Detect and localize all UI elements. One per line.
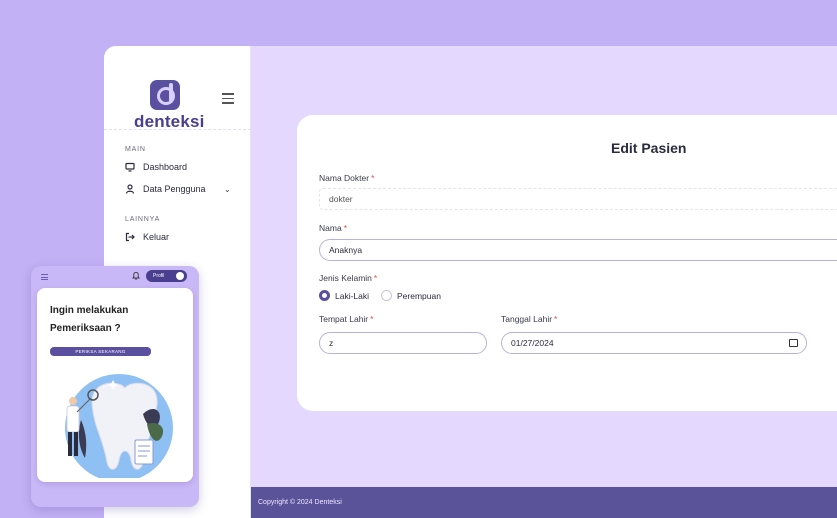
- check-now-button[interactable]: PERIKSA SEKARANG: [50, 347, 151, 356]
- birthdate-label: Tanggal Lahir *: [501, 314, 558, 324]
- monitor-icon: [125, 162, 135, 172]
- sidebar-item-label: Keluar: [143, 232, 170, 242]
- sidebar-item-dashboard[interactable]: Dashboard: [125, 162, 187, 172]
- sidebar-item-data-pengguna[interactable]: Data Pengguna: [125, 184, 206, 194]
- user-icon: [125, 184, 135, 194]
- bell-icon[interactable]: [132, 271, 140, 282]
- promo-card: Ingin melakukan Pemeriksaan ? PERIKSA SE…: [37, 288, 193, 482]
- name-label: Nama *: [319, 223, 347, 233]
- tooth-logo-icon: [150, 80, 180, 110]
- birthplace-field[interactable]: z: [319, 332, 487, 354]
- name-field[interactable]: Anaknya: [319, 239, 837, 261]
- doctor-name-label: Nama Dokter *: [319, 173, 375, 183]
- radio-checked-icon[interactable]: [319, 290, 330, 301]
- sidebar-section-main: MAIN: [125, 146, 146, 153]
- doctor-name-field: dokter: [319, 188, 837, 210]
- menu-toggle-icon[interactable]: [222, 93, 234, 107]
- profile-button[interactable]: Profil: [146, 270, 187, 282]
- gender-label: Jenis Kelamin *: [319, 273, 378, 283]
- app-window: denteksi MAIN Dashboard Data Pengguna ⌄ …: [104, 46, 837, 518]
- promo-title: Ingin melakukan Pemeriksaan ?: [50, 305, 129, 334]
- birthdate-field[interactable]: 01/27/2024: [501, 332, 807, 354]
- sidebar-section-lainnya: LAINNYA: [125, 216, 161, 223]
- gender-option-male[interactable]: Laki-Laki: [319, 290, 369, 301]
- radio-unchecked-icon[interactable]: [381, 290, 392, 301]
- edit-patient-form: Edit Pasien Nama Dokter * dokter Nama * An…: [297, 115, 837, 411]
- mobile-menu-icon[interactable]: [41, 274, 48, 282]
- calendar-icon[interactable]: [789, 339, 798, 347]
- dentist-illustration-icon: [65, 370, 173, 478]
- brand-logo[interactable]: denteksi: [134, 80, 204, 132]
- sidebar-item-keluar[interactable]: Keluar: [125, 232, 169, 242]
- logout-icon: [125, 232, 135, 242]
- footer: Copyright © 2024 Denteksi: [251, 487, 837, 518]
- sidebar-item-label: Dashboard: [143, 162, 188, 172]
- mobile-preview: Profil Ingin melakukan Pemeriksaan ? PER…: [31, 266, 199, 507]
- gender-option-female[interactable]: Perempuan: [381, 290, 441, 301]
- chevron-down-icon[interactable]: ⌄: [224, 185, 231, 194]
- birthplace-label: Tempat Lahir *: [319, 314, 374, 324]
- page-title: Edit Pasien: [611, 140, 687, 156]
- sidebar-item-label: Data Pengguna: [143, 184, 206, 194]
- sidebar-divider: [104, 129, 251, 130]
- avatar-icon: [176, 272, 184, 280]
- mobile-topbar: Profil: [31, 266, 199, 286]
